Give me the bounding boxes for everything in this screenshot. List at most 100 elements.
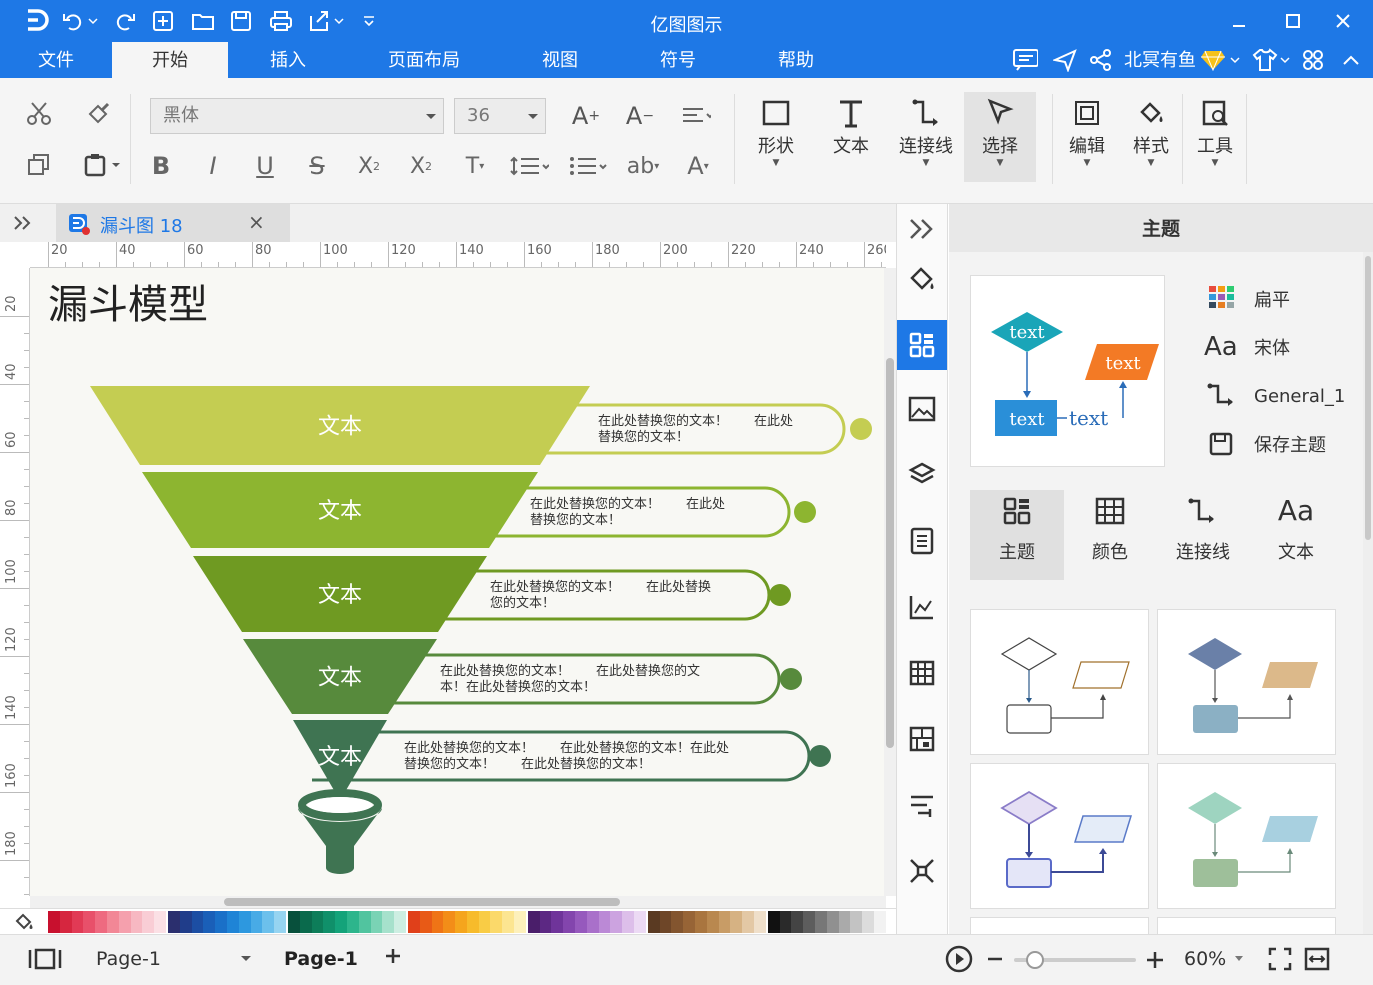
color-swatch[interactable]: [262, 911, 275, 933]
color-swatch[interactable]: [154, 911, 166, 933]
color-swatch[interactable]: [826, 911, 839, 933]
color-swatch[interactable]: [490, 911, 503, 933]
comment-icon[interactable]: [1012, 47, 1038, 73]
subscript-icon[interactable]: X2: [404, 150, 438, 182]
bullet-list-icon[interactable]: [566, 150, 612, 182]
zoom-slider-thumb[interactable]: [1026, 951, 1044, 969]
color-swatch[interactable]: [215, 911, 227, 933]
increase-font-icon[interactable]: A +: [568, 100, 604, 132]
color-swatch[interactable]: [95, 911, 107, 933]
page-select[interactable]: Page-1: [84, 935, 256, 985]
zoom-level-select[interactable]: 60%: [1178, 935, 1250, 985]
document-tab[interactable]: 漏斗图 18 ×: [56, 204, 290, 242]
fit-width-icon[interactable]: [1304, 947, 1330, 975]
redo-icon[interactable]: [112, 8, 138, 34]
export-dropdown-icon[interactable]: [332, 8, 346, 34]
send-icon[interactable]: [1052, 47, 1078, 73]
color-swatch[interactable]: [443, 911, 456, 933]
vertical-scroll-thumb[interactable]: [886, 358, 894, 748]
funnel-level-description[interactable]: 替换您的文本！: [530, 512, 621, 528]
gantt-icon[interactable]: [897, 780, 947, 830]
funnel-level-label[interactable]: 文本: [318, 583, 362, 608]
color-swatch[interactable]: [683, 911, 696, 933]
funnel-level-description[interactable]: 替换您的文本！ 在此处替换您的文本！: [404, 756, 651, 772]
funnel-connector[interactable]: [312, 730, 811, 782]
page-panel-icon[interactable]: [28, 947, 62, 975]
color-swatch[interactable]: [539, 911, 552, 933]
font-size-select[interactable]: 36: [454, 98, 546, 134]
color-swatch[interactable]: [575, 911, 587, 933]
user-dropdown-icon[interactable]: [1228, 47, 1242, 73]
funnel-dot[interactable]: [780, 668, 802, 690]
color-swatch[interactable]: [622, 911, 635, 933]
menu-page-layout[interactable]: 页面布局: [370, 42, 478, 78]
zoom-out-icon[interactable]: [987, 951, 1003, 971]
color-swatch[interactable]: [551, 911, 564, 933]
funnel-level-description[interactable]: 在此处替换您的文本！ 在此处: [598, 413, 793, 429]
color-swatch[interactable]: [862, 911, 874, 933]
font-family-select[interactable]: 黑体: [150, 98, 444, 134]
undo-icon[interactable]: [60, 8, 86, 34]
horizontal-scroll-thumb[interactable]: [224, 898, 620, 906]
skin-dropdown-icon[interactable]: [1278, 47, 1292, 73]
color-swatch[interactable]: [647, 911, 660, 933]
funnel-level-label[interactable]: 文本: [318, 666, 362, 691]
menu-view[interactable]: 视图: [516, 42, 604, 78]
color-swatch[interactable]: [370, 911, 383, 933]
format-painter-icon[interactable]: [82, 96, 116, 130]
color-swatch[interactable]: [299, 911, 312, 933]
table-icon[interactable]: [897, 648, 947, 698]
color-swatch[interactable]: [323, 911, 336, 933]
color-swatch[interactable]: [671, 911, 684, 933]
color-swatch[interactable]: [287, 911, 300, 933]
theme-option-save[interactable]: 保存主题: [1254, 429, 1326, 459]
superscript-icon[interactable]: X2: [352, 150, 386, 182]
color-swatch[interactable]: [873, 911, 886, 933]
color-swatch[interactable]: [407, 911, 420, 933]
minimize-icon[interactable]: [1226, 8, 1252, 34]
page-properties-icon[interactable]: [897, 516, 947, 566]
color-swatch[interactable]: [514, 911, 526, 933]
new-file-icon[interactable]: [150, 8, 176, 34]
play-icon[interactable]: [945, 945, 973, 977]
save-icon[interactable]: [228, 8, 254, 34]
bold-icon[interactable]: B: [146, 150, 176, 182]
color-swatch[interactable]: [610, 911, 623, 933]
fit-page-icon[interactable]: [1268, 947, 1292, 975]
color-swatch[interactable]: [346, 911, 359, 933]
decrease-font-icon[interactable]: A −: [622, 100, 658, 132]
funnel-dot[interactable]: [769, 584, 791, 606]
color-swatch[interactable]: [803, 911, 815, 933]
panel-scroll-thumb[interactable]: [1365, 256, 1371, 540]
color-swatch[interactable]: [754, 911, 766, 933]
color-swatch[interactable]: [742, 911, 755, 933]
expand-library-icon[interactable]: [8, 210, 38, 236]
color-swatch[interactable]: [118, 911, 131, 933]
strikethrough-icon[interactable]: S: [302, 150, 332, 182]
italic-icon[interactable]: I: [198, 150, 228, 182]
close-icon[interactable]: [1330, 8, 1356, 34]
theme-option-flat[interactable]: 扁平: [1254, 284, 1290, 314]
edit-button[interactable]: 编辑 ▼: [1054, 92, 1120, 184]
text-button[interactable]: 文本: [815, 92, 887, 184]
color-swatch[interactable]: [838, 911, 851, 933]
tools-button[interactable]: 工具 ▼: [1184, 92, 1246, 184]
color-swatch[interactable]: [358, 911, 371, 933]
theme-card-2[interactable]: [1157, 609, 1336, 755]
panel-scrollbar[interactable]: [1363, 252, 1373, 934]
color-swatch[interactable]: [382, 911, 395, 933]
color-swatch[interactable]: [730, 911, 743, 933]
menu-insert[interactable]: 插入: [244, 42, 332, 78]
color-swatch[interactable]: [767, 911, 780, 933]
zoom-in-icon[interactable]: [1146, 951, 1164, 973]
funnel-level-description[interactable]: 在此处替换您的文本！ 在此处替换您的文: [440, 663, 700, 679]
line-spacing-icon[interactable]: [506, 150, 552, 182]
color-swatch[interactable]: [527, 911, 540, 933]
funnel-diagram[interactable]: 文本 在此处替换您的文本！ 在此处替换您的文本！文本 在此处替换您的文本！ 在此处替…: [30, 268, 884, 896]
horizontal-scrollbar[interactable]: [30, 896, 886, 908]
color-swatch[interactable]: [455, 911, 467, 933]
user-name[interactable]: 北冥有鱼: [1124, 42, 1196, 78]
color-swatch[interactable]: [394, 911, 406, 933]
color-swatch[interactable]: [191, 911, 204, 933]
menu-help[interactable]: 帮助: [752, 42, 840, 78]
